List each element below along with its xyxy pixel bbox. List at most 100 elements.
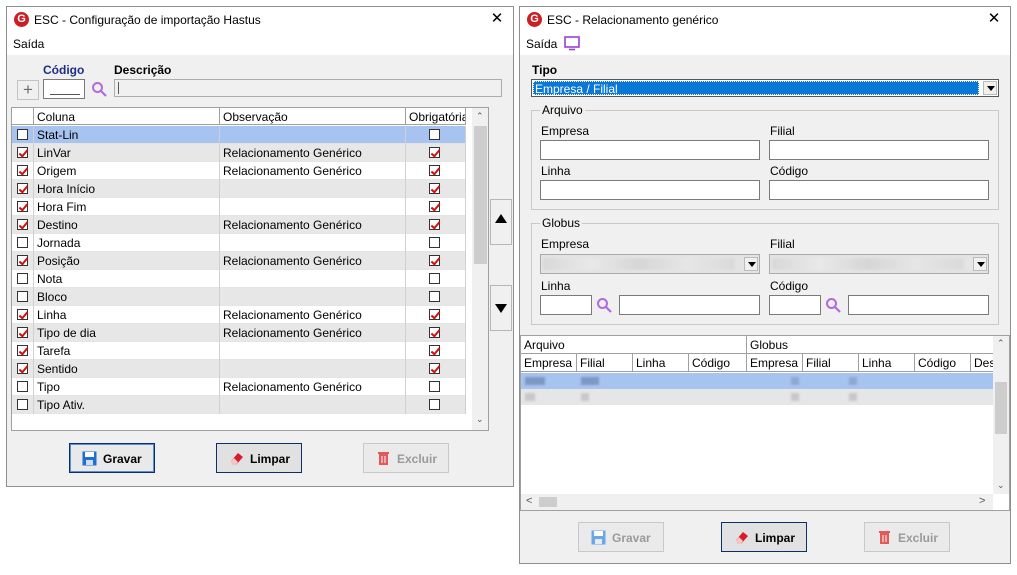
obrigatoria-checkbox[interactable] bbox=[429, 309, 440, 320]
scroll-down-icon[interactable]: ⌄ bbox=[997, 480, 1005, 491]
menu-saida[interactable]: Saída bbox=[526, 37, 557, 51]
table-row[interactable] bbox=[521, 389, 993, 405]
table-row[interactable]: Bloco bbox=[12, 288, 466, 306]
obrigatoria-checkbox[interactable] bbox=[429, 183, 440, 194]
obrigatoria-checkbox[interactable] bbox=[429, 399, 440, 410]
monitor-icon[interactable] bbox=[564, 36, 580, 51]
grid-vertical-scrollbar[interactable]: ⌃ ⌄ bbox=[993, 336, 1009, 494]
globus-codigo-code-input[interactable] bbox=[769, 295, 821, 315]
globus-linha-desc-input[interactable] bbox=[619, 295, 760, 315]
row-checkbox[interactable] bbox=[17, 309, 28, 320]
title-bar[interactable]: G ESC - Configuração de importação Hastu… bbox=[7, 7, 513, 33]
obrigatoria-checkbox[interactable] bbox=[429, 291, 440, 302]
obrigatoria-checkbox[interactable] bbox=[429, 147, 440, 158]
close-icon[interactable]: ✕ bbox=[489, 11, 505, 27]
row-checkbox[interactable] bbox=[17, 129, 28, 140]
row-checkbox[interactable] bbox=[17, 291, 28, 302]
row-checkbox[interactable] bbox=[17, 399, 28, 410]
row-checkbox[interactable] bbox=[17, 219, 28, 230]
obrigatoria-checkbox[interactable] bbox=[429, 237, 440, 248]
table-row[interactable]: Sentido bbox=[12, 360, 466, 378]
globus-codigo-desc-input[interactable] bbox=[848, 295, 989, 315]
row-checkbox[interactable] bbox=[17, 273, 28, 284]
scroll-right-icon[interactable]: > bbox=[979, 495, 985, 507]
row-checkbox[interactable] bbox=[17, 255, 28, 266]
header-globus-filial[interactable]: Filial bbox=[803, 354, 859, 372]
scroll-thumb[interactable] bbox=[474, 126, 487, 264]
table-row[interactable]: Stat-Lin bbox=[12, 126, 466, 144]
menu-saida[interactable]: Saída bbox=[13, 37, 44, 51]
row-checkbox[interactable] bbox=[17, 237, 28, 248]
move-up-button[interactable] bbox=[490, 199, 512, 245]
header-observacao[interactable]: Observação bbox=[220, 108, 406, 125]
grid-vertical-scrollbar[interactable]: ⌃ ⌄ bbox=[472, 108, 488, 430]
row-checkbox[interactable] bbox=[17, 327, 28, 338]
arquivo-codigo-input[interactable] bbox=[769, 180, 989, 200]
table-row[interactable]: Nota bbox=[12, 270, 466, 288]
table-row[interactable]: Linha Relacionamento Genérico bbox=[12, 306, 466, 324]
chevron-down-icon[interactable] bbox=[973, 257, 987, 271]
table-row[interactable]: Tipo de dia Relacionamento Genérico bbox=[12, 324, 466, 342]
header-codigo[interactable]: Código bbox=[689, 354, 747, 372]
header-linha[interactable]: Linha bbox=[633, 354, 689, 372]
globus-filial-select[interactable] bbox=[769, 254, 989, 274]
header-filial[interactable]: Filial bbox=[577, 354, 633, 372]
obrigatoria-checkbox[interactable] bbox=[429, 273, 440, 284]
limpar-button[interactable]: Limpar bbox=[721, 522, 807, 552]
obrigatoria-checkbox[interactable] bbox=[429, 327, 440, 338]
gravar-button[interactable]: Gravar bbox=[578, 522, 664, 552]
grid-horizontal-scrollbar[interactable]: < > bbox=[521, 494, 993, 510]
gravar-button[interactable]: Gravar bbox=[69, 443, 155, 473]
header-globus-codigo[interactable]: Código bbox=[915, 354, 971, 372]
header-globus-empresa[interactable]: Empresa bbox=[747, 354, 803, 372]
move-down-button[interactable] bbox=[490, 285, 512, 331]
obrigatoria-checkbox[interactable] bbox=[429, 219, 440, 230]
table-row[interactable]: Hora Fim bbox=[12, 198, 466, 216]
close-icon[interactable]: ✕ bbox=[986, 11, 1002, 27]
obrigatoria-checkbox[interactable] bbox=[429, 381, 440, 392]
excluir-button[interactable]: Excluir bbox=[363, 443, 449, 473]
table-row[interactable]: LinVar Relacionamento Genérico bbox=[12, 144, 466, 162]
table-row[interactable]: Tarefa bbox=[12, 342, 466, 360]
globus-linha-code-input[interactable] bbox=[540, 295, 592, 315]
header-empresa[interactable]: Empresa bbox=[521, 354, 577, 372]
obrigatoria-checkbox[interactable] bbox=[429, 201, 440, 212]
obrigatoria-checkbox[interactable] bbox=[429, 255, 440, 266]
add-button[interactable]: + bbox=[17, 80, 39, 100]
row-checkbox[interactable] bbox=[17, 381, 28, 392]
scroll-thumb[interactable] bbox=[539, 497, 557, 507]
header-obrigatoria[interactable]: Obrigatória bbox=[406, 108, 466, 125]
search-icon[interactable] bbox=[825, 297, 841, 313]
row-checkbox[interactable] bbox=[17, 165, 28, 176]
table-row[interactable]: Tipo Ativ. bbox=[12, 396, 466, 414]
obrigatoria-checkbox[interactable] bbox=[429, 363, 440, 374]
obrigatoria-checkbox[interactable] bbox=[429, 165, 440, 176]
codigo-input[interactable] bbox=[43, 79, 85, 99]
table-row[interactable]: Tipo Relacionamento Genérico bbox=[12, 378, 466, 396]
scroll-up-icon[interactable]: ⌃ bbox=[476, 111, 484, 122]
arquivo-empresa-input[interactable] bbox=[540, 140, 760, 160]
header-coluna[interactable]: Coluna bbox=[34, 108, 220, 125]
header-globus-linha[interactable]: Linha bbox=[859, 354, 915, 372]
search-icon[interactable] bbox=[91, 81, 107, 97]
arquivo-filial-input[interactable] bbox=[769, 140, 989, 160]
scroll-thumb[interactable] bbox=[995, 382, 1007, 434]
arquivo-linha-input[interactable] bbox=[540, 180, 760, 200]
row-checkbox[interactable] bbox=[17, 147, 28, 158]
search-icon[interactable] bbox=[596, 297, 612, 313]
row-checkbox[interactable] bbox=[17, 345, 28, 356]
excluir-button[interactable]: Excluir bbox=[864, 522, 950, 552]
title-bar[interactable]: G ESC - Relacionamento genérico ✕ bbox=[520, 7, 1010, 33]
obrigatoria-checkbox[interactable] bbox=[429, 129, 440, 140]
row-checkbox[interactable] bbox=[17, 183, 28, 194]
table-row[interactable]: Jornada bbox=[12, 234, 466, 252]
header-descricao[interactable]: Des bbox=[971, 354, 993, 372]
obrigatoria-checkbox[interactable] bbox=[429, 345, 440, 356]
limpar-button[interactable]: Limpar bbox=[216, 443, 302, 473]
table-row[interactable]: Origem Relacionamento Genérico bbox=[12, 162, 466, 180]
scroll-down-icon[interactable]: ⌄ bbox=[476, 414, 484, 425]
row-checkbox[interactable] bbox=[17, 363, 28, 374]
tipo-select[interactable]: Empresa / Filial bbox=[531, 79, 999, 97]
scroll-up-icon[interactable]: ⌃ bbox=[997, 338, 1005, 349]
table-row[interactable]: Hora Início bbox=[12, 180, 466, 198]
